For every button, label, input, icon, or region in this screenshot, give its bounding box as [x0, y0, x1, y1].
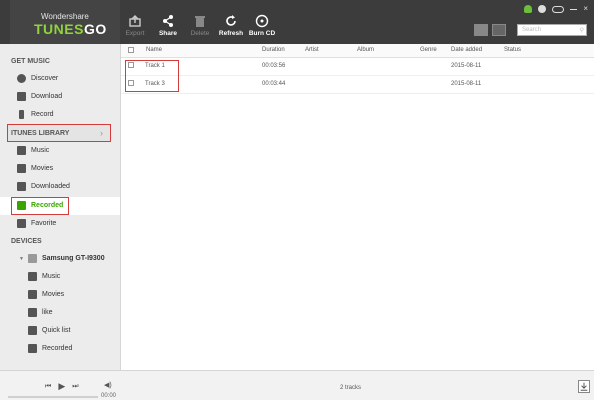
- sidebar-item-download[interactable]: Download: [17, 90, 62, 104]
- column-status[interactable]: Status: [504, 47, 521, 53]
- table-header: Name Duration Artist Album Genre Date ad…: [121, 44, 594, 58]
- view-toggle: [474, 24, 506, 36]
- grid-view-icon[interactable]: [474, 24, 488, 36]
- compass-icon: [17, 73, 26, 83]
- device-item-recorded[interactable]: Recorded: [28, 342, 72, 356]
- column-name[interactable]: Name: [146, 47, 162, 53]
- player-footer: ⏮ ▶ ⏭ ◀) 00:00 2 tracks: [0, 370, 594, 400]
- column-artist[interactable]: Artist: [305, 47, 319, 53]
- close-icon[interactable]: ×: [583, 5, 588, 13]
- player-controls: ⏮ ▶ ⏭: [45, 381, 79, 392]
- sidebar-item-downloaded[interactable]: Downloaded: [17, 180, 70, 194]
- column-album[interactable]: Album: [357, 47, 374, 53]
- column-date-added[interactable]: Date added: [451, 47, 482, 53]
- download-icon: [17, 181, 26, 191]
- playlist-icon: [28, 343, 37, 353]
- column-duration[interactable]: Duration: [262, 47, 285, 53]
- brand-tunesgo: TUNESGO: [34, 21, 107, 37]
- brand-wondershare: Wondershare: [41, 12, 89, 21]
- burn-cd-button[interactable]: Burn CD: [242, 14, 282, 37]
- track-count: 2 tracks: [340, 385, 362, 391]
- refresh-icon: [226, 15, 236, 26]
- gear-icon[interactable]: [538, 5, 547, 13]
- app-logo: Wondershare TUNESGO: [10, 0, 120, 44]
- search-icon: ⚲: [579, 28, 584, 34]
- film-icon: [28, 289, 37, 299]
- column-genre[interactable]: Genre: [420, 47, 437, 53]
- device-samsung[interactable]: ▼ Samsung GT-I9300: [19, 252, 105, 266]
- playlist-icon: [28, 325, 37, 335]
- sidebar: GET MUSIC Discover Download Record ITUNE…: [0, 44, 121, 370]
- device-item-music[interactable]: Music: [28, 270, 60, 284]
- trash-icon: [195, 16, 205, 27]
- search-input[interactable]: Search ⚲: [517, 24, 587, 36]
- table-row[interactable]: Track 1 00:03:56 2015-08-11: [121, 58, 594, 76]
- section-devices: DEVICES: [11, 238, 42, 245]
- sidebar-item-movies[interactable]: Movies: [17, 162, 53, 176]
- android-icon: [27, 253, 37, 263]
- section-get-music: GET MUSIC: [11, 58, 50, 65]
- select-all-checkbox[interactable]: [128, 47, 134, 53]
- download-button[interactable]: [578, 380, 590, 393]
- next-icon[interactable]: ⏭: [72, 383, 78, 391]
- list-view-icon[interactable]: [492, 24, 506, 36]
- device-item-like[interactable]: like: [28, 306, 53, 320]
- toggle-icon[interactable]: [552, 5, 565, 13]
- download-icon: [580, 382, 588, 391]
- device-item-movies[interactable]: Movies: [28, 288, 64, 302]
- window-controls: ×: [524, 4, 588, 14]
- sidebar-item-music[interactable]: Music: [17, 144, 49, 158]
- expand-arrow-icon: ▼: [19, 256, 24, 262]
- export-icon: [129, 15, 141, 27]
- sidebar-item-discover[interactable]: Discover: [17, 72, 58, 86]
- download-icon: [17, 91, 26, 101]
- table-row[interactable]: Track 3 00:03:44 2015-08-11: [121, 76, 594, 94]
- playlist-icon: [28, 307, 37, 317]
- film-icon: [17, 163, 26, 173]
- progress-bar[interactable]: [8, 396, 98, 398]
- sidebar-item-favorite[interactable]: Favorite: [17, 217, 56, 231]
- track-duration: 00:03:44: [262, 81, 286, 87]
- previous-icon[interactable]: ⏮: [45, 383, 51, 391]
- microphone-icon: [19, 109, 24, 119]
- disc-icon: [255, 14, 269, 28]
- highlight-recorded: [11, 197, 69, 215]
- playlist-icon: [17, 218, 26, 228]
- music-note-icon: [17, 145, 26, 155]
- playback-time: 00:00: [101, 393, 117, 399]
- music-note-icon: [28, 271, 37, 281]
- track-duration: 00:03:56: [262, 63, 286, 69]
- track-date: 2015-08-11: [451, 63, 482, 69]
- top-bar: Wondershare TUNESGO Export Share Delete …: [0, 0, 594, 44]
- user-icon[interactable]: [524, 5, 533, 13]
- track-date: 2015-08-11: [451, 81, 482, 87]
- minimize-icon[interactable]: [570, 8, 578, 10]
- sidebar-item-record[interactable]: Record: [17, 108, 54, 122]
- volume-icon[interactable]: ◀): [104, 381, 112, 389]
- device-item-quick-list[interactable]: Quick list: [28, 324, 70, 338]
- play-icon[interactable]: ▶: [58, 381, 65, 392]
- highlight-itunes-library: [7, 124, 111, 142]
- share-icon: [163, 15, 173, 27]
- highlight-tracks: [125, 60, 179, 92]
